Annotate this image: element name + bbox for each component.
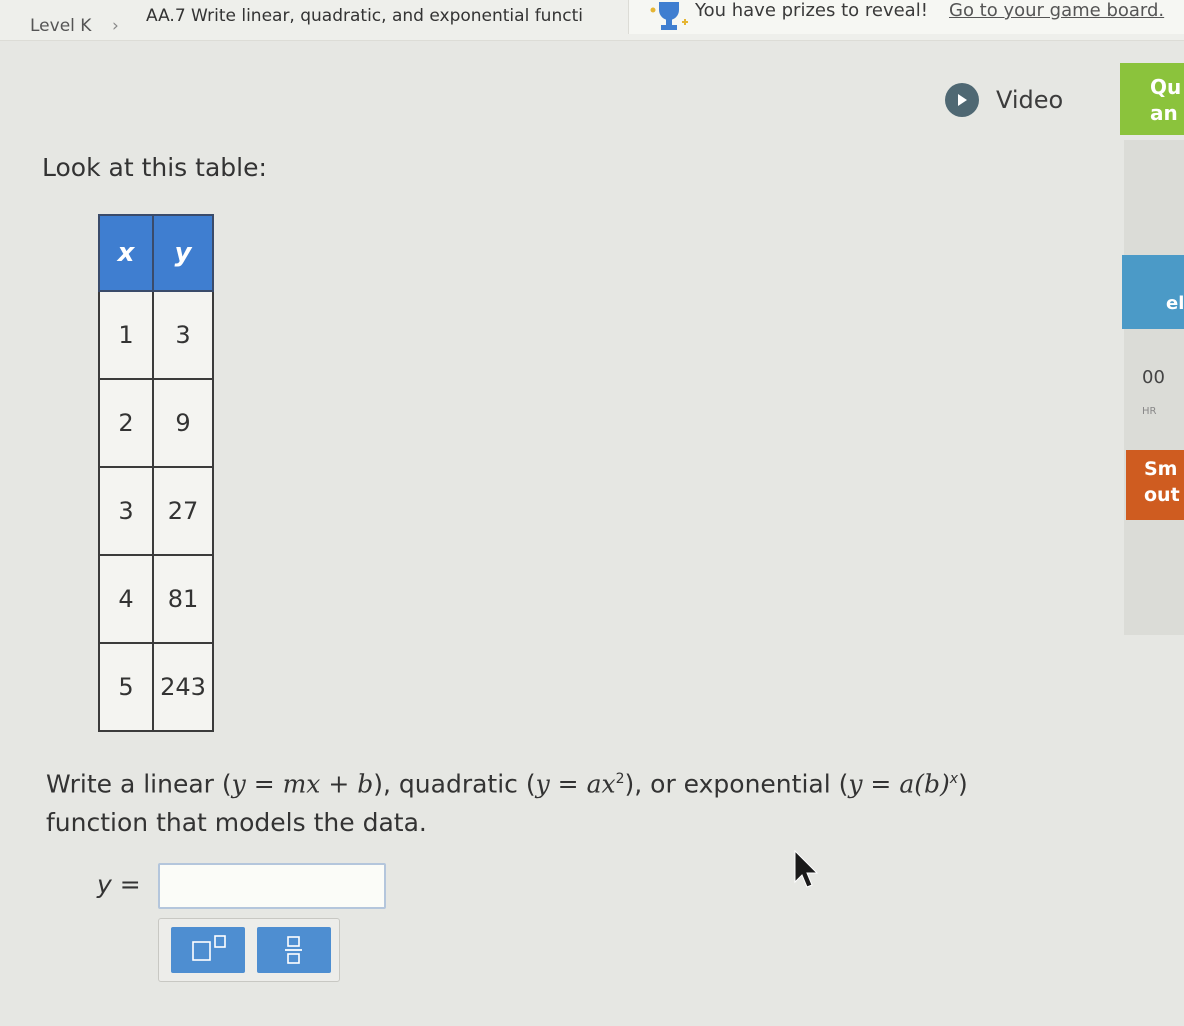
- header-y: y: [152, 214, 214, 292]
- video-label: Video: [996, 86, 1064, 114]
- cell-y: 27: [152, 466, 214, 556]
- header-x: x: [98, 214, 154, 292]
- exponential-equation: y = a(b): [848, 769, 950, 799]
- prompt-end: ): [958, 769, 968, 799]
- answer-label: y =: [97, 870, 141, 899]
- table-row: 4 81: [98, 554, 214, 644]
- side-green-line1: Qu: [1150, 75, 1182, 99]
- side-green-line2: an: [1150, 101, 1178, 125]
- quadratic-equation: y = ax: [535, 769, 616, 799]
- side-orange-line2: out: [1144, 484, 1180, 506]
- breadcrumb-skill[interactable]: AA.7 Write linear, quadratic, and expone…: [146, 6, 624, 26]
- fraction-icon: [285, 936, 302, 964]
- exponential-exponent: x: [949, 771, 959, 787]
- exponent-icon: [192, 935, 226, 961]
- table-row: 3 27: [98, 466, 214, 556]
- question-prompt: Write a linear (y = mx + b), quadratic (…: [46, 760, 1126, 842]
- prompt-start: Write a linear (: [46, 769, 232, 799]
- cell-y: 81: [152, 554, 214, 644]
- side-orange-line1: Sm: [1144, 458, 1178, 480]
- breadcrumb-chevron-icon: ›: [112, 16, 119, 36]
- play-icon: [945, 83, 979, 117]
- math-keypad: [158, 918, 340, 982]
- breadcrumb-level[interactable]: Level K: [30, 16, 91, 36]
- answer-input[interactable]: [158, 863, 386, 909]
- table-row: 5 243: [98, 642, 214, 732]
- data-table: x y 1 3 2 9 3 27 4 81 5 243: [98, 214, 214, 732]
- questions-answered-box: Qu an: [1120, 63, 1184, 135]
- prompt-line2: function that models the data.: [46, 808, 427, 838]
- smartscore-box: Sm out: [1126, 450, 1184, 520]
- prompt-mid1: ), quadratic (: [373, 769, 536, 799]
- table-header-row: x y: [98, 214, 214, 292]
- fraction-button[interactable]: [257, 927, 331, 973]
- mouse-pointer-icon: [794, 850, 819, 888]
- video-button[interactable]: Video: [945, 82, 1063, 118]
- game-board-link[interactable]: Go to your game board.: [949, 0, 1164, 21]
- cell-y: 9: [152, 378, 214, 468]
- time-value: 00: [1142, 367, 1165, 388]
- time-unit-label: HR: [1142, 406, 1157, 417]
- question-intro: Look at this table:: [42, 153, 267, 182]
- prompt-mid2: ), or exponential (: [624, 769, 849, 799]
- trophy-icon: [650, 2, 688, 30]
- cell-x: 5: [98, 642, 154, 732]
- linear-equation: y = mx + b: [231, 769, 374, 799]
- table-row: 2 9: [98, 378, 214, 468]
- cell-x: 4: [98, 554, 154, 644]
- exponent-button[interactable]: [171, 927, 245, 973]
- cell-x: 1: [98, 290, 154, 380]
- side-blue-text: el: [1166, 293, 1184, 314]
- time-elapsed-box: el: [1122, 255, 1184, 329]
- cell-y: 243: [152, 642, 214, 732]
- top-bar: Level K › AA.7 Write linear, quadratic, …: [0, 0, 1184, 41]
- quadratic-exponent: 2: [615, 771, 625, 787]
- table-row: 1 3: [98, 290, 214, 380]
- prize-text: You have prizes to reveal!: [695, 0, 928, 21]
- prize-banner: You have prizes to reveal! Go to your ga…: [628, 0, 1184, 34]
- cell-x: 3: [98, 466, 154, 556]
- cell-y: 3: [152, 290, 214, 380]
- cell-x: 2: [98, 378, 154, 468]
